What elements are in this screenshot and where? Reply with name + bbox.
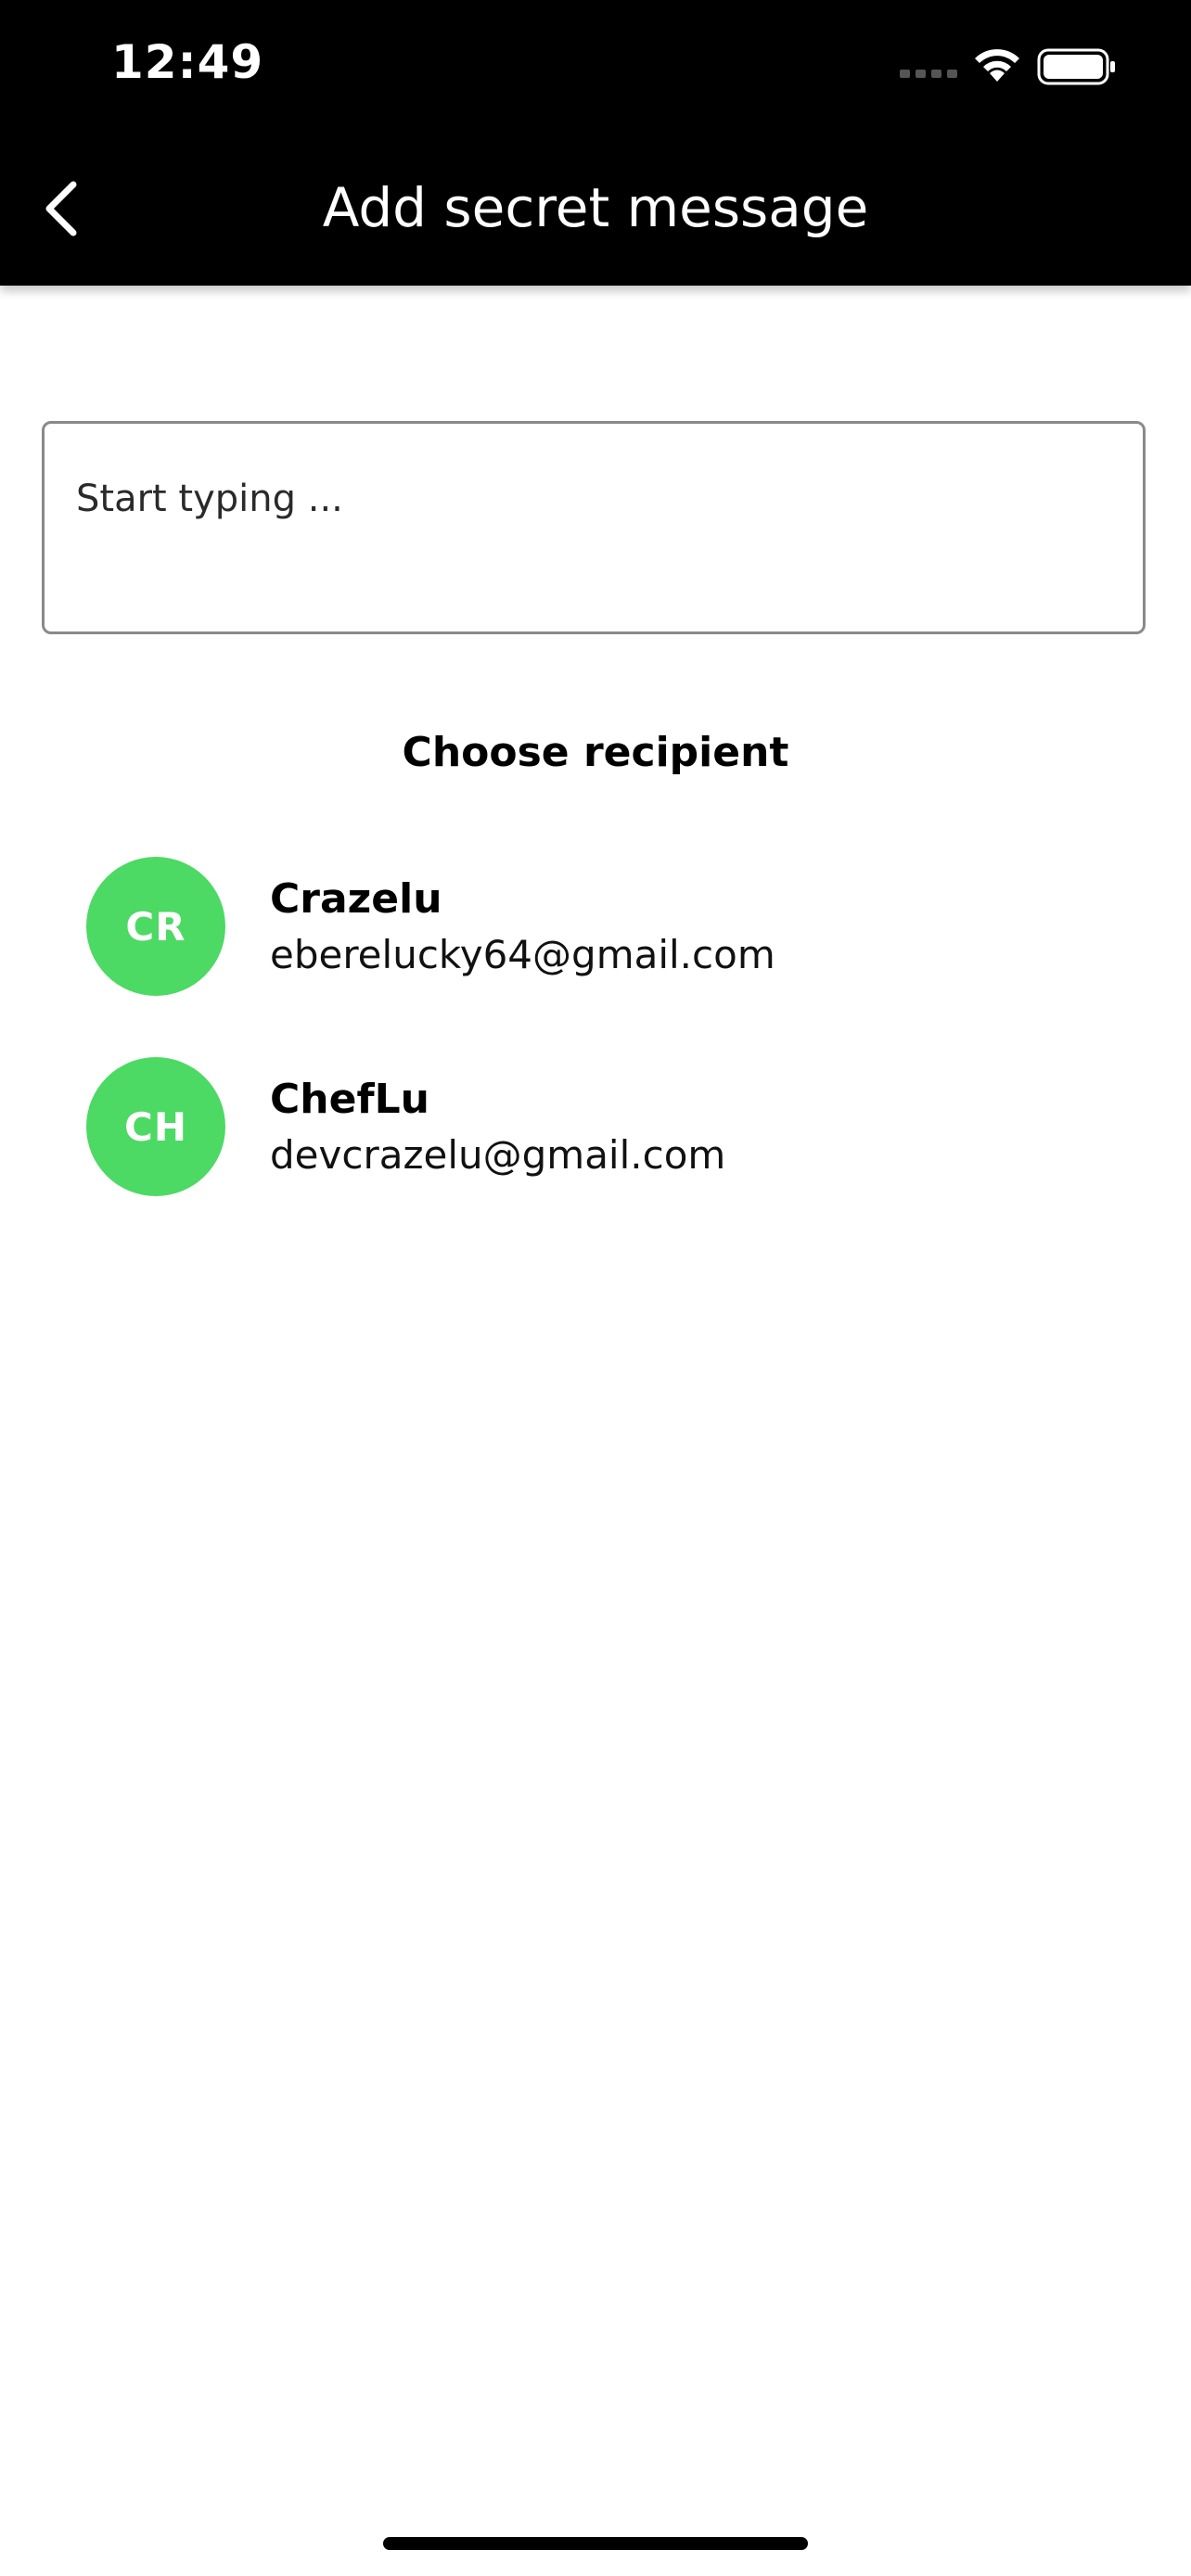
recipient-list: CR Crazelu eberelucky64@gmail.com CH Che…: [0, 853, 1191, 1254]
page-title: Add secret message: [322, 176, 869, 239]
message-input-container[interactable]: [42, 421, 1146, 634]
choose-recipient-heading: Choose recipient: [402, 729, 789, 776]
recipient-email: devcrazelu@gmail.com: [270, 1132, 726, 1178]
app-header: 12:49 Add secret message: [0, 0, 1191, 286]
status-time: 12:49: [111, 35, 264, 89]
recipient-email: eberelucky64@gmail.com: [270, 932, 775, 977]
recipient-name: Crazelu: [270, 875, 442, 923]
avatar: CH: [86, 1057, 225, 1196]
avatar: CR: [86, 857, 225, 996]
recipient-item-cheflu[interactable]: CH ChefLu devcrazelu@gmail.com: [0, 1053, 1191, 1254]
battery-icon: [1037, 48, 1115, 85]
home-indicator[interactable]: [383, 2537, 808, 2550]
signal-icon: [900, 70, 957, 78]
recipient-item-crazelu[interactable]: CR Crazelu eberelucky64@gmail.com: [0, 853, 1191, 1053]
recipient-name: ChefLu: [270, 1076, 429, 1123]
message-input[interactable]: [45, 424, 1143, 631]
wifi-icon: [975, 49, 1019, 82]
